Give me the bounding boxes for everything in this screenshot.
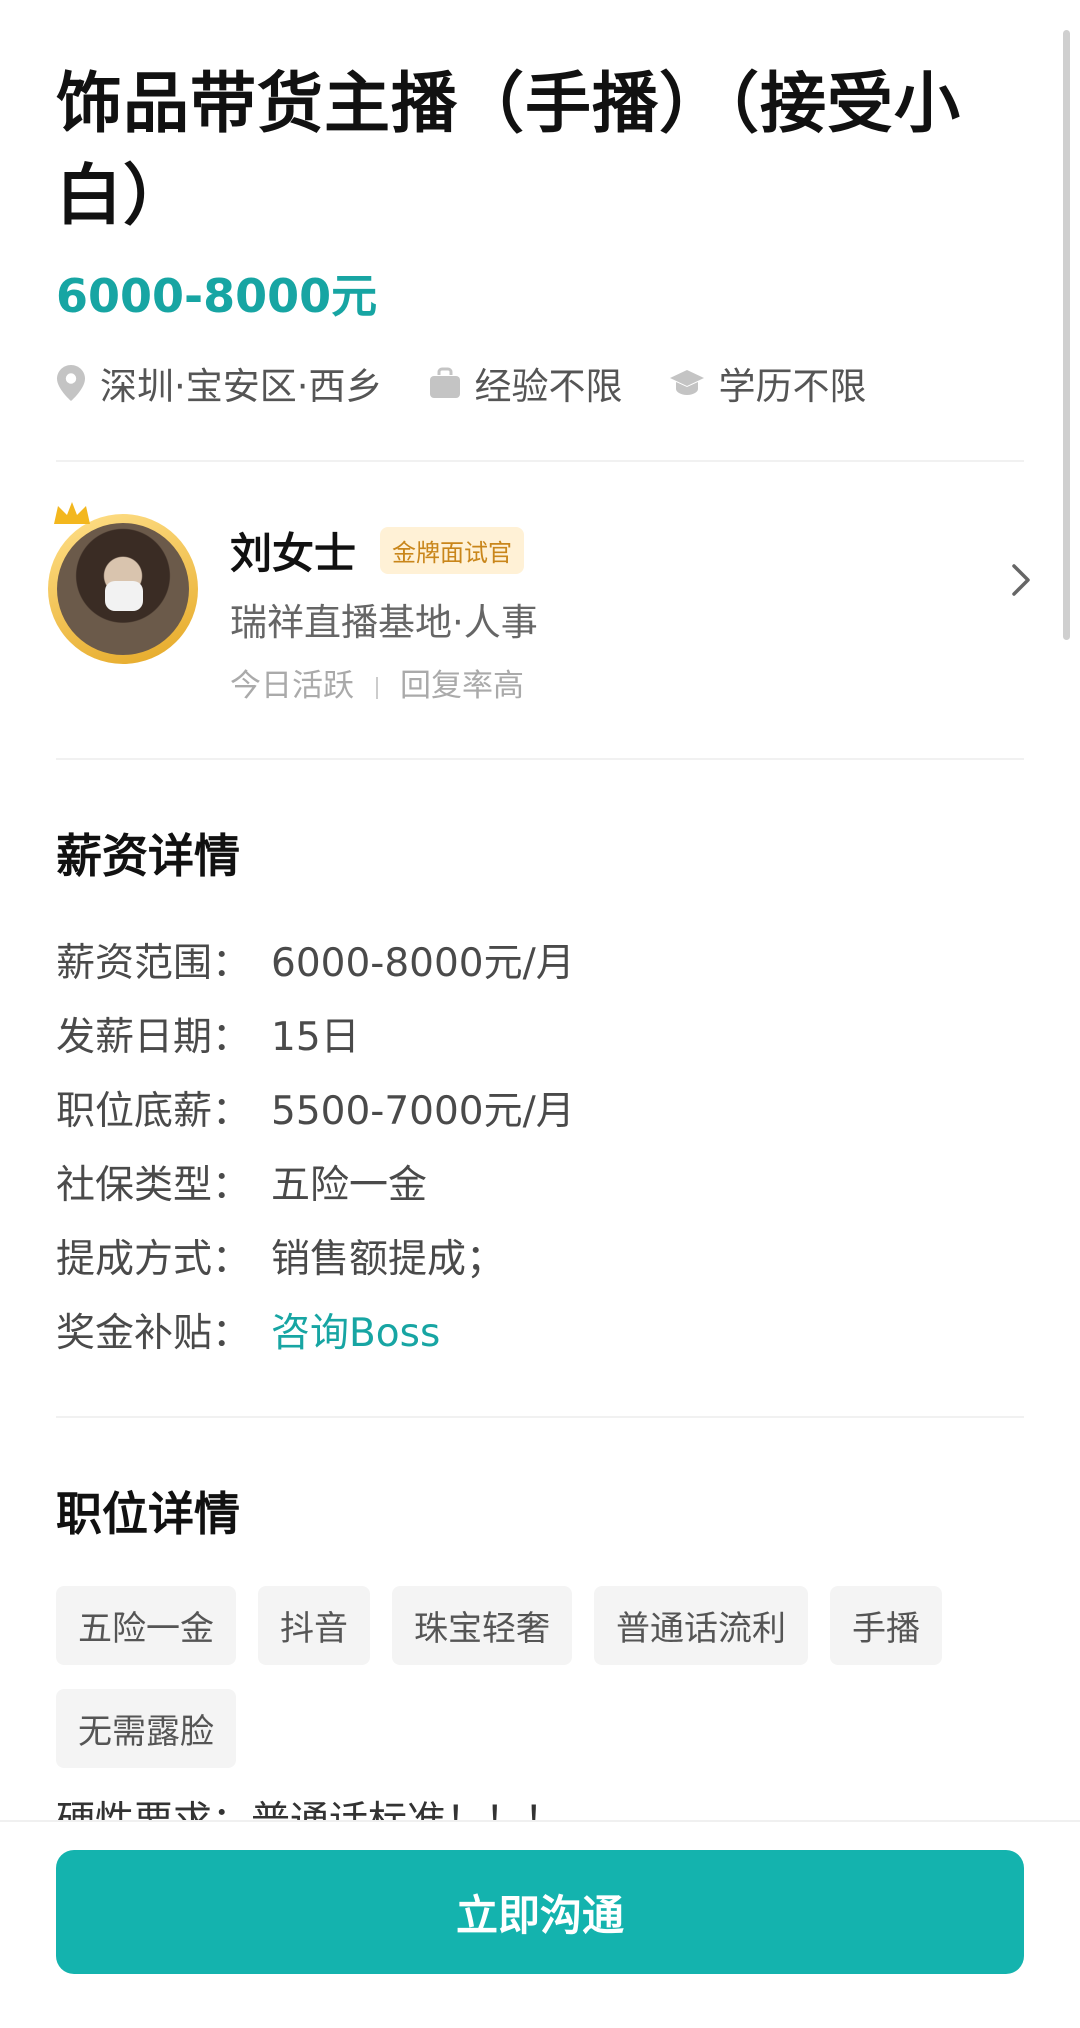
crown-icon bbox=[54, 502, 90, 524]
consult-boss-link[interactable]: 咨询Boss bbox=[271, 1311, 440, 1356]
recruiter-name: 刘女士 bbox=[230, 529, 357, 578]
recruiter-company: 瑞祥直播基地·人事 bbox=[230, 601, 538, 644]
salary-row-label: 提成方式： bbox=[56, 1237, 252, 1282]
location-icon bbox=[57, 365, 85, 401]
experience-meta: 经验不限 bbox=[429, 356, 623, 410]
status-separator bbox=[376, 676, 378, 699]
salary-row-value: 6000-8000元/月 bbox=[271, 941, 575, 986]
salary-row-commission: 提成方式： 销售额提成； bbox=[56, 1228, 505, 1284]
scrollbar[interactable] bbox=[1063, 30, 1070, 640]
gold-interviewer-badge: 金牌面试官 bbox=[380, 527, 524, 574]
salary-row-value: 五险一金 bbox=[271, 1163, 428, 1208]
job-tag: 五险一金 bbox=[56, 1586, 236, 1665]
divider bbox=[56, 1416, 1024, 1418]
job-tag: 手播 bbox=[830, 1586, 942, 1665]
salary-details-heading: 薪资详情 bbox=[56, 829, 240, 883]
salary-row-payday: 发薪日期： 15日 bbox=[56, 1006, 360, 1062]
job-tag: 无需露脸 bbox=[56, 1689, 236, 1768]
job-tag: 抖音 bbox=[258, 1586, 370, 1665]
job-salary: 6000-8000元 bbox=[56, 269, 378, 323]
chevron-right-icon bbox=[1012, 564, 1030, 596]
reply-rate: 回复率高 bbox=[400, 668, 524, 704]
chat-now-button[interactable]: 立即沟通 bbox=[56, 1850, 1024, 1974]
salary-row-label: 职位底薪： bbox=[56, 1089, 252, 1134]
job-tags: 五险一金 抖音 珠宝轻奢 普通话流利 手播 无需露脸 bbox=[56, 1586, 1024, 1768]
divider bbox=[56, 758, 1024, 760]
recruiter-status: 今日活跃 回复率高 bbox=[230, 660, 524, 705]
salary-row-value: 5500-7000元/月 bbox=[271, 1089, 575, 1134]
salary-row-bonus: 奖金补贴： 咨询Boss bbox=[56, 1302, 440, 1358]
job-tag: 珠宝轻奢 bbox=[392, 1586, 572, 1665]
graduation-cap-icon bbox=[669, 370, 704, 395]
job-details-heading: 职位详情 bbox=[56, 1487, 240, 1541]
salary-row-label: 奖金补贴： bbox=[56, 1311, 252, 1356]
job-detail-page: 饰品带货主播（手播）（接受小白） 6000-8000元 深圳·宝安区·西乡 经验… bbox=[0, 0, 1080, 2028]
education-text: 学历不限 bbox=[718, 365, 867, 408]
divider bbox=[56, 460, 1024, 462]
salary-row-label: 薪资范围： bbox=[56, 941, 252, 986]
salary-row-label: 发薪日期： bbox=[56, 1015, 252, 1060]
salary-row-insurance: 社保类型： 五险一金 bbox=[56, 1154, 427, 1210]
education-meta: 学历不限 bbox=[669, 356, 867, 410]
location-meta: 深圳·宝安区·西乡 bbox=[56, 356, 383, 410]
job-title: 饰品带货主播（手播）（接受小白） bbox=[56, 65, 961, 234]
salary-row-value: 15日 bbox=[271, 1015, 360, 1060]
recruiter-card[interactable]: 刘女士 金牌面试官 瑞祥直播基地·人事 今日活跃 回复率高 bbox=[44, 500, 1040, 704]
avatar bbox=[44, 500, 200, 666]
job-tag: 普通话流利 bbox=[594, 1586, 808, 1665]
job-meta: 深圳·宝安区·西乡 经验不限 学历不限 bbox=[56, 356, 1024, 410]
salary-row-value: 销售额提成； bbox=[271, 1237, 506, 1282]
briefcase-icon bbox=[429, 367, 460, 398]
requirements-partial-text: 硬性要求：普通话标准！！！ bbox=[56, 1790, 563, 1820]
salary-row-base: 职位底薪： 5500-7000元/月 bbox=[56, 1080, 575, 1136]
experience-text: 经验不限 bbox=[474, 365, 623, 408]
bottom-bar: 立即沟通 bbox=[0, 1820, 1080, 2028]
avatar-photo bbox=[57, 523, 189, 655]
active-status: 今日活跃 bbox=[230, 668, 354, 704]
salary-row-label: 社保类型： bbox=[56, 1163, 252, 1208]
avatar-mask bbox=[105, 581, 143, 611]
location-text: 深圳·宝安区·西乡 bbox=[100, 365, 383, 408]
salary-row-range: 薪资范围： 6000-8000元/月 bbox=[56, 932, 575, 988]
